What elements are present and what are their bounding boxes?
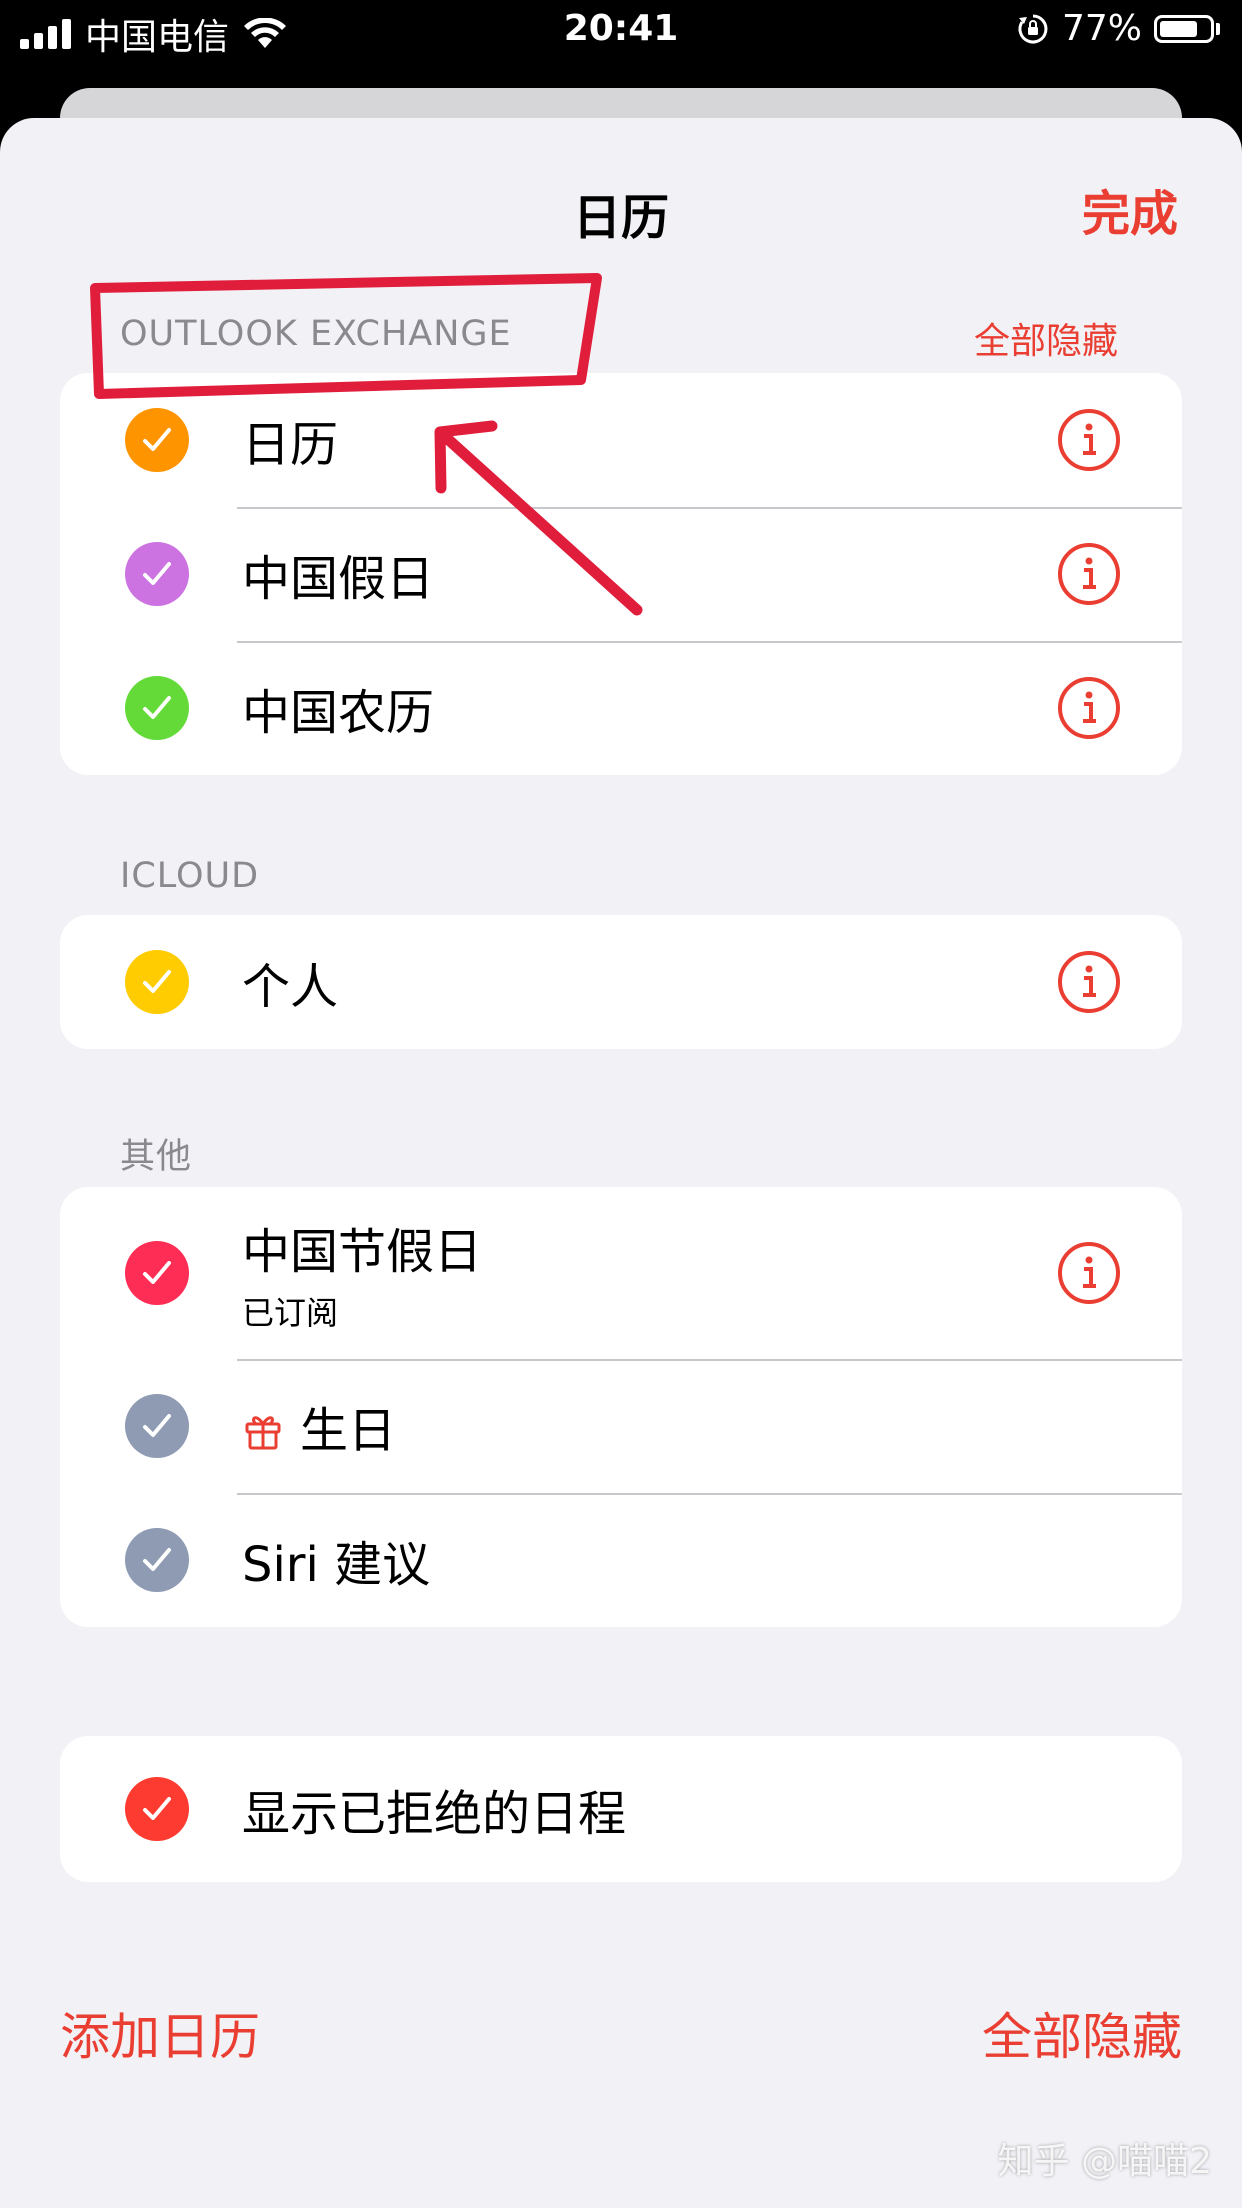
outlook-calendar-group: 日历 中国假日 中国农历 — [60, 373, 1182, 775]
info-icon[interactable] — [1058, 677, 1120, 739]
show-declined-label: 显示已拒绝的日程 — [242, 1786, 627, 1842]
outlook-hide-all-button[interactable]: 全部隐藏 — [974, 312, 1118, 364]
calendar-label: Siri 建议 — [242, 1537, 431, 1593]
calendars-sheet: 日历 完成 OUTLOOK EXCHANGE 全部隐藏 日历 中国假日 中国农历… — [0, 118, 1242, 2208]
calendar-label: 个人 — [242, 959, 339, 1015]
info-icon[interactable] — [1058, 543, 1120, 605]
sheet-title: 日历 — [572, 190, 669, 246]
calendar-sublabel: 已订阅 — [242, 1294, 339, 1332]
battery-icon — [1154, 14, 1214, 43]
calendar-row-personal[interactable]: 个人 — [60, 915, 1182, 1049]
calendar-row-lunar[interactable]: 中国农历 — [60, 641, 1182, 775]
show-declined-row[interactable]: 显示已拒绝的日程 — [60, 1736, 1182, 1882]
gift-icon — [245, 1416, 281, 1450]
status-right: 77% — [1016, 8, 1220, 49]
calendar-row-outlook[interactable]: 日历 — [60, 373, 1182, 507]
checkmark-icon[interactable] — [125, 1528, 189, 1592]
other-calendar-group: 中国节假日 已订阅 生日 Siri 建议 — [60, 1187, 1182, 1627]
info-icon[interactable] — [1058, 409, 1120, 471]
calendar-label: 中国节假日 — [242, 1224, 483, 1280]
checkmark-icon[interactable] — [125, 1777, 189, 1841]
info-icon[interactable] — [1058, 1242, 1120, 1304]
calendar-row-siri[interactable]: Siri 建议 — [60, 1493, 1182, 1627]
calendar-label-block: 中国节假日 已订阅 — [242, 1212, 482, 1334]
watermark: 知乎 @喵喵2 — [997, 2141, 1212, 2182]
section-header-other: 其他 — [120, 1137, 193, 1177]
calendar-row-china-holidays[interactable]: 中国假日 — [60, 507, 1182, 641]
done-button[interactable]: 完成 — [1082, 174, 1178, 244]
calendar-row-birthdays[interactable]: 生日 — [60, 1359, 1182, 1493]
icloud-calendar-group: 个人 — [60, 915, 1182, 1049]
battery-fill — [1160, 20, 1197, 37]
calendar-label: 生日 — [300, 1403, 397, 1459]
checkmark-icon[interactable] — [125, 542, 189, 606]
add-calendar-button[interactable]: 添加日历 — [60, 1997, 260, 2069]
battery-tip — [1216, 22, 1220, 35]
checkmark-icon[interactable] — [125, 1394, 189, 1458]
section-header-outlook: OUTLOOK EXCHANGE — [120, 314, 512, 354]
checkmark-icon[interactable] — [125, 1241, 189, 1305]
battery-percent: 77% — [1061, 8, 1142, 49]
calendar-label-block: 生日 — [242, 1391, 396, 1461]
calendar-label: 中国假日 — [242, 551, 435, 607]
calendar-label: 中国农历 — [242, 685, 435, 741]
calendar-row-china-festival[interactable]: 中国节假日 已订阅 — [60, 1187, 1182, 1359]
declined-events-group: 显示已拒绝的日程 — [60, 1736, 1182, 1882]
checkmark-icon[interactable] — [125, 676, 189, 740]
hide-all-button[interactable]: 全部隐藏 — [982, 1997, 1182, 2069]
info-icon[interactable] — [1058, 951, 1120, 1013]
orientation-lock-icon — [1018, 14, 1048, 43]
status-bar: 中国电信 20:41 77% — [0, 0, 1242, 62]
checkmark-icon[interactable] — [125, 950, 189, 1014]
section-header-icloud: ICLOUD — [120, 856, 260, 896]
checkmark-icon[interactable] — [125, 408, 189, 472]
calendar-label: 日历 — [242, 417, 339, 473]
